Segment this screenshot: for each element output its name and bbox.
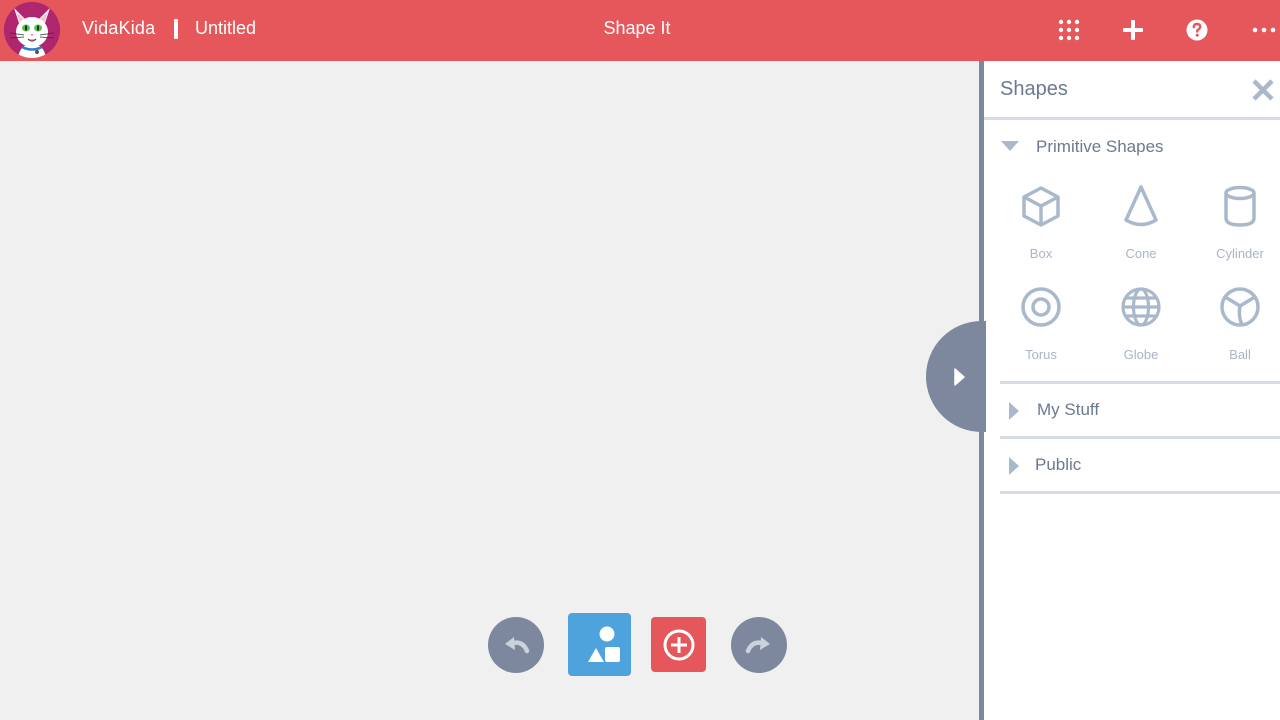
torus-icon xyxy=(1021,287,1061,327)
plus-icon xyxy=(1123,20,1143,40)
section-public[interactable]: Public xyxy=(1000,451,1280,481)
section-label: Primitive Shapes xyxy=(1036,137,1164,156)
section-divider xyxy=(1000,381,1280,384)
shapes-button[interactable] xyxy=(568,613,631,676)
globe-icon xyxy=(1121,287,1161,327)
add-shape-button[interactable] xyxy=(651,617,706,672)
help-button[interactable] xyxy=(1181,14,1213,46)
workspace-canvas[interactable] xyxy=(0,61,979,720)
undo-icon xyxy=(505,637,530,654)
section-divider xyxy=(1000,436,1280,439)
shape-torus[interactable]: Torus xyxy=(1001,286,1081,381)
box-icon xyxy=(1022,186,1060,227)
shape-label: Ball xyxy=(1229,347,1251,362)
apps-grid-button[interactable] xyxy=(1053,14,1085,46)
shapes-panel: Shapes Primitive Shapes Box Cone Cylinde… xyxy=(979,61,1280,720)
top-bar: VidaKida Untitled Shape It xyxy=(0,0,1280,61)
ball-icon xyxy=(1220,287,1260,327)
add-circle-icon xyxy=(663,629,694,660)
shape-label: Torus xyxy=(1025,347,1057,362)
close-icon xyxy=(1252,79,1274,101)
add-button[interactable] xyxy=(1117,14,1149,46)
section-my-stuff[interactable]: My Stuff xyxy=(1000,396,1280,426)
shape-label: Globe xyxy=(1123,347,1159,362)
more-options-button[interactable] xyxy=(1248,14,1280,46)
section-divider xyxy=(1000,491,1280,494)
grid-icon xyxy=(1058,19,1080,41)
panel-title: Shapes xyxy=(1000,78,1068,100)
chevron-down-icon xyxy=(1001,141,1019,151)
chevron-right-icon xyxy=(1009,457,1019,475)
section-label: My Stuff xyxy=(1037,400,1100,419)
section-label: Public xyxy=(1035,455,1082,474)
undo-button[interactable] xyxy=(488,617,544,673)
close-panel-button[interactable] xyxy=(1250,77,1276,103)
shape-label: Cylinder xyxy=(1216,246,1264,261)
chevron-right-icon xyxy=(1009,402,1019,420)
shape-box[interactable]: Box xyxy=(1001,185,1081,280)
panel-header-divider xyxy=(984,117,1280,120)
cone-icon xyxy=(1124,185,1158,227)
more-icon xyxy=(1252,27,1276,33)
redo-icon xyxy=(745,637,770,654)
help-icon xyxy=(1186,19,1208,41)
shape-cylinder[interactable]: Cylinder xyxy=(1200,185,1280,280)
shapes-icon xyxy=(587,626,620,662)
cylinder-icon xyxy=(1224,185,1256,227)
chevron-right-icon xyxy=(954,367,965,386)
shape-cone[interactable]: Cone xyxy=(1101,185,1181,280)
section-primitive-shapes[interactable]: Primitive Shapes xyxy=(1000,133,1280,163)
redo-button[interactable] xyxy=(731,617,787,673)
shape-ball[interactable]: Ball xyxy=(1200,286,1280,381)
shape-label: Box xyxy=(1029,246,1053,261)
shape-globe[interactable]: Globe xyxy=(1101,286,1181,381)
shape-label: Cone xyxy=(1125,246,1157,261)
